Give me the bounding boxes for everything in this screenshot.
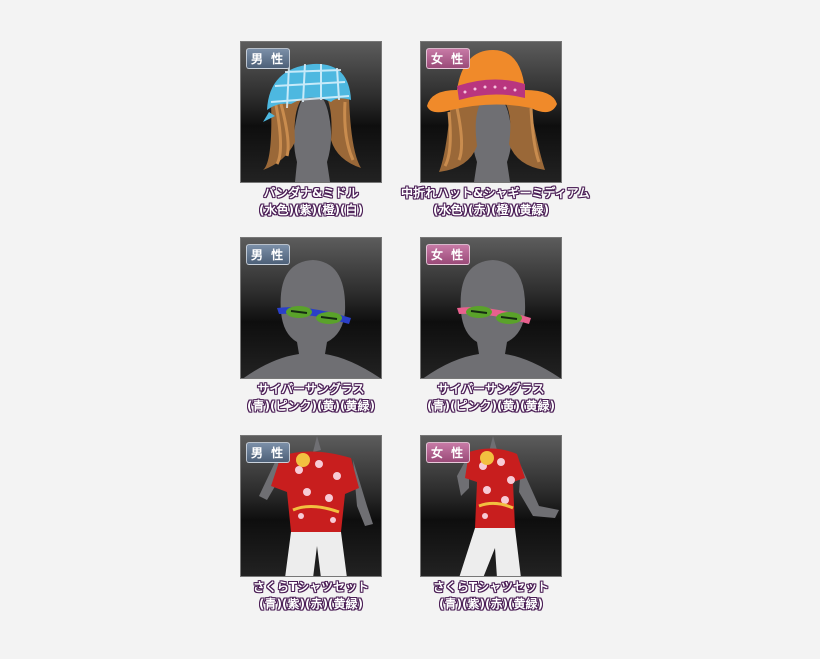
item-card-sakura-shirt-female[interactable]: 女 性 さくらTシャツセット (青)(紫)(赤)(黄緑) [401,435,581,613]
item-thumbnail[interactable]: 男 性 [240,237,382,379]
item-thumbnail[interactable]: 男 性 [240,41,382,183]
gender-badge: 男 性 [246,48,291,69]
item-card-sunglasses-male[interactable]: 男 性 サイバーサングラス (青)(ピンク)(黄)(黄緑) [221,237,401,415]
item-card-hat[interactable]: 女 性 中折れハット&シャギーミディアム (水色)(赤)(橙)(黄緑) [401,41,590,219]
gender-badge: 女 性 [426,244,471,265]
item-color-variants: (青)(紫)(赤)(黄緑) [259,597,363,611]
item-name: さくらTシャツセット [252,580,370,594]
item-card-sunglasses-female[interactable]: 女 性 サイバーサングラス (青)(ピンク)(黄)(黄緑) [401,237,581,415]
item-color-variants: (水色)(赤)(橙)(黄緑) [433,203,549,217]
item-color-variants: (青)(ピンク)(黄)(黄緑) [427,399,555,413]
item-name: さくらTシャツセット [432,580,550,594]
item-thumbnail[interactable]: 男 性 [240,435,382,577]
item-color-variants: (青)(ピンク)(黄)(黄緑) [247,399,375,413]
gender-badge: 男 性 [246,244,291,265]
gender-badge: 女 性 [426,442,471,463]
item-name: サイバーサングラス [437,382,545,396]
item-name: 中折れハット&シャギーミディアム [401,186,590,200]
gender-badge: 女 性 [426,48,471,69]
item-color-variants: (水色)(紫)(橙)(白) [259,203,363,217]
gender-badge: 男 性 [246,442,291,463]
item-name: バンダナ&ミドル [263,186,359,200]
item-card-sakura-shirt-male[interactable]: 男 性 さくらTシャツセット (青)(紫)(赤)(黄緑) [221,435,401,613]
item-color-variants: (青)(紫)(赤)(黄緑) [439,597,543,611]
item-thumbnail[interactable]: 女 性 [420,237,562,379]
item-card-bandana[interactable]: 男 性 バンダナ&ミドル (水色)(紫)(橙)(白) [221,41,401,219]
item-thumbnail[interactable]: 女 性 [420,41,562,183]
item-name: サイバーサングラス [257,382,365,396]
item-thumbnail[interactable]: 女 性 [420,435,562,577]
